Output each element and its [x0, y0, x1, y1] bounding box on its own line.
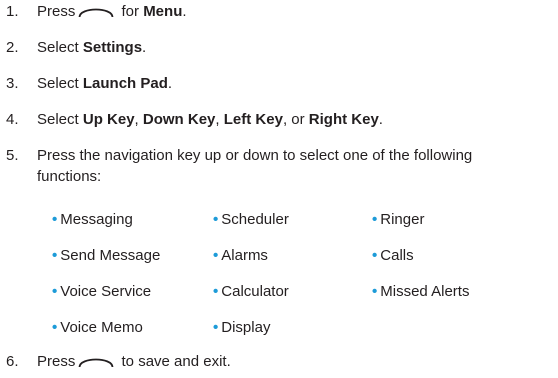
function-item: • Calls — [372, 247, 414, 264]
function-item: • Missed Alerts — [372, 283, 470, 300]
function-item: • Calculator — [213, 283, 289, 300]
soft-key-icon — [78, 8, 114, 18]
function-item: • Display — [213, 319, 271, 336]
soft-key-icon — [78, 358, 114, 368]
function-item: • Voice Service — [52, 283, 152, 300]
step-number: 5. — [6, 147, 19, 164]
bullet-icon: • — [52, 247, 58, 264]
step-number: 6. — [6, 353, 19, 370]
bullet-icon: • — [52, 283, 58, 300]
bullet-icon: • — [213, 319, 219, 336]
function-item: • Alarms — [213, 247, 268, 264]
step-text: Select Launch Pad. — [37, 75, 173, 92]
function-item: • Ringer — [372, 211, 425, 228]
function-item: • Send Message — [52, 247, 161, 264]
bullet-icon: • — [213, 247, 219, 264]
step-number: 3. — [6, 75, 19, 92]
bullet-icon: • — [372, 283, 378, 300]
function-item: • Scheduler — [213, 211, 289, 228]
step-text: Select Up Key, Down Key, Left Key, or Ri… — [37, 111, 383, 128]
function-item: • Voice Memo — [52, 319, 143, 336]
step-text-line-1: Press the navigation key up or down to s… — [37, 147, 473, 164]
instruction-page: 1. Press for Menu. 2. Select Settings. 3… — [0, 0, 558, 378]
function-item: • Messaging — [52, 211, 133, 228]
bullet-icon: • — [213, 283, 219, 300]
bullet-icon: • — [372, 247, 378, 264]
bullet-icon: • — [213, 211, 219, 228]
step-number: 4. — [6, 111, 19, 128]
bullet-icon: • — [52, 319, 58, 336]
bullet-icon: • — [372, 211, 378, 228]
bullet-icon: • — [52, 211, 58, 228]
step-number: 1. — [6, 3, 19, 20]
step-text: Select Settings. — [37, 39, 147, 56]
step-text: Press for Menu. — [37, 3, 187, 20]
step-text: Press to save and exit. — [37, 353, 231, 370]
step-number: 2. — [6, 39, 19, 56]
step-text-line-2: functions: — [37, 168, 102, 185]
